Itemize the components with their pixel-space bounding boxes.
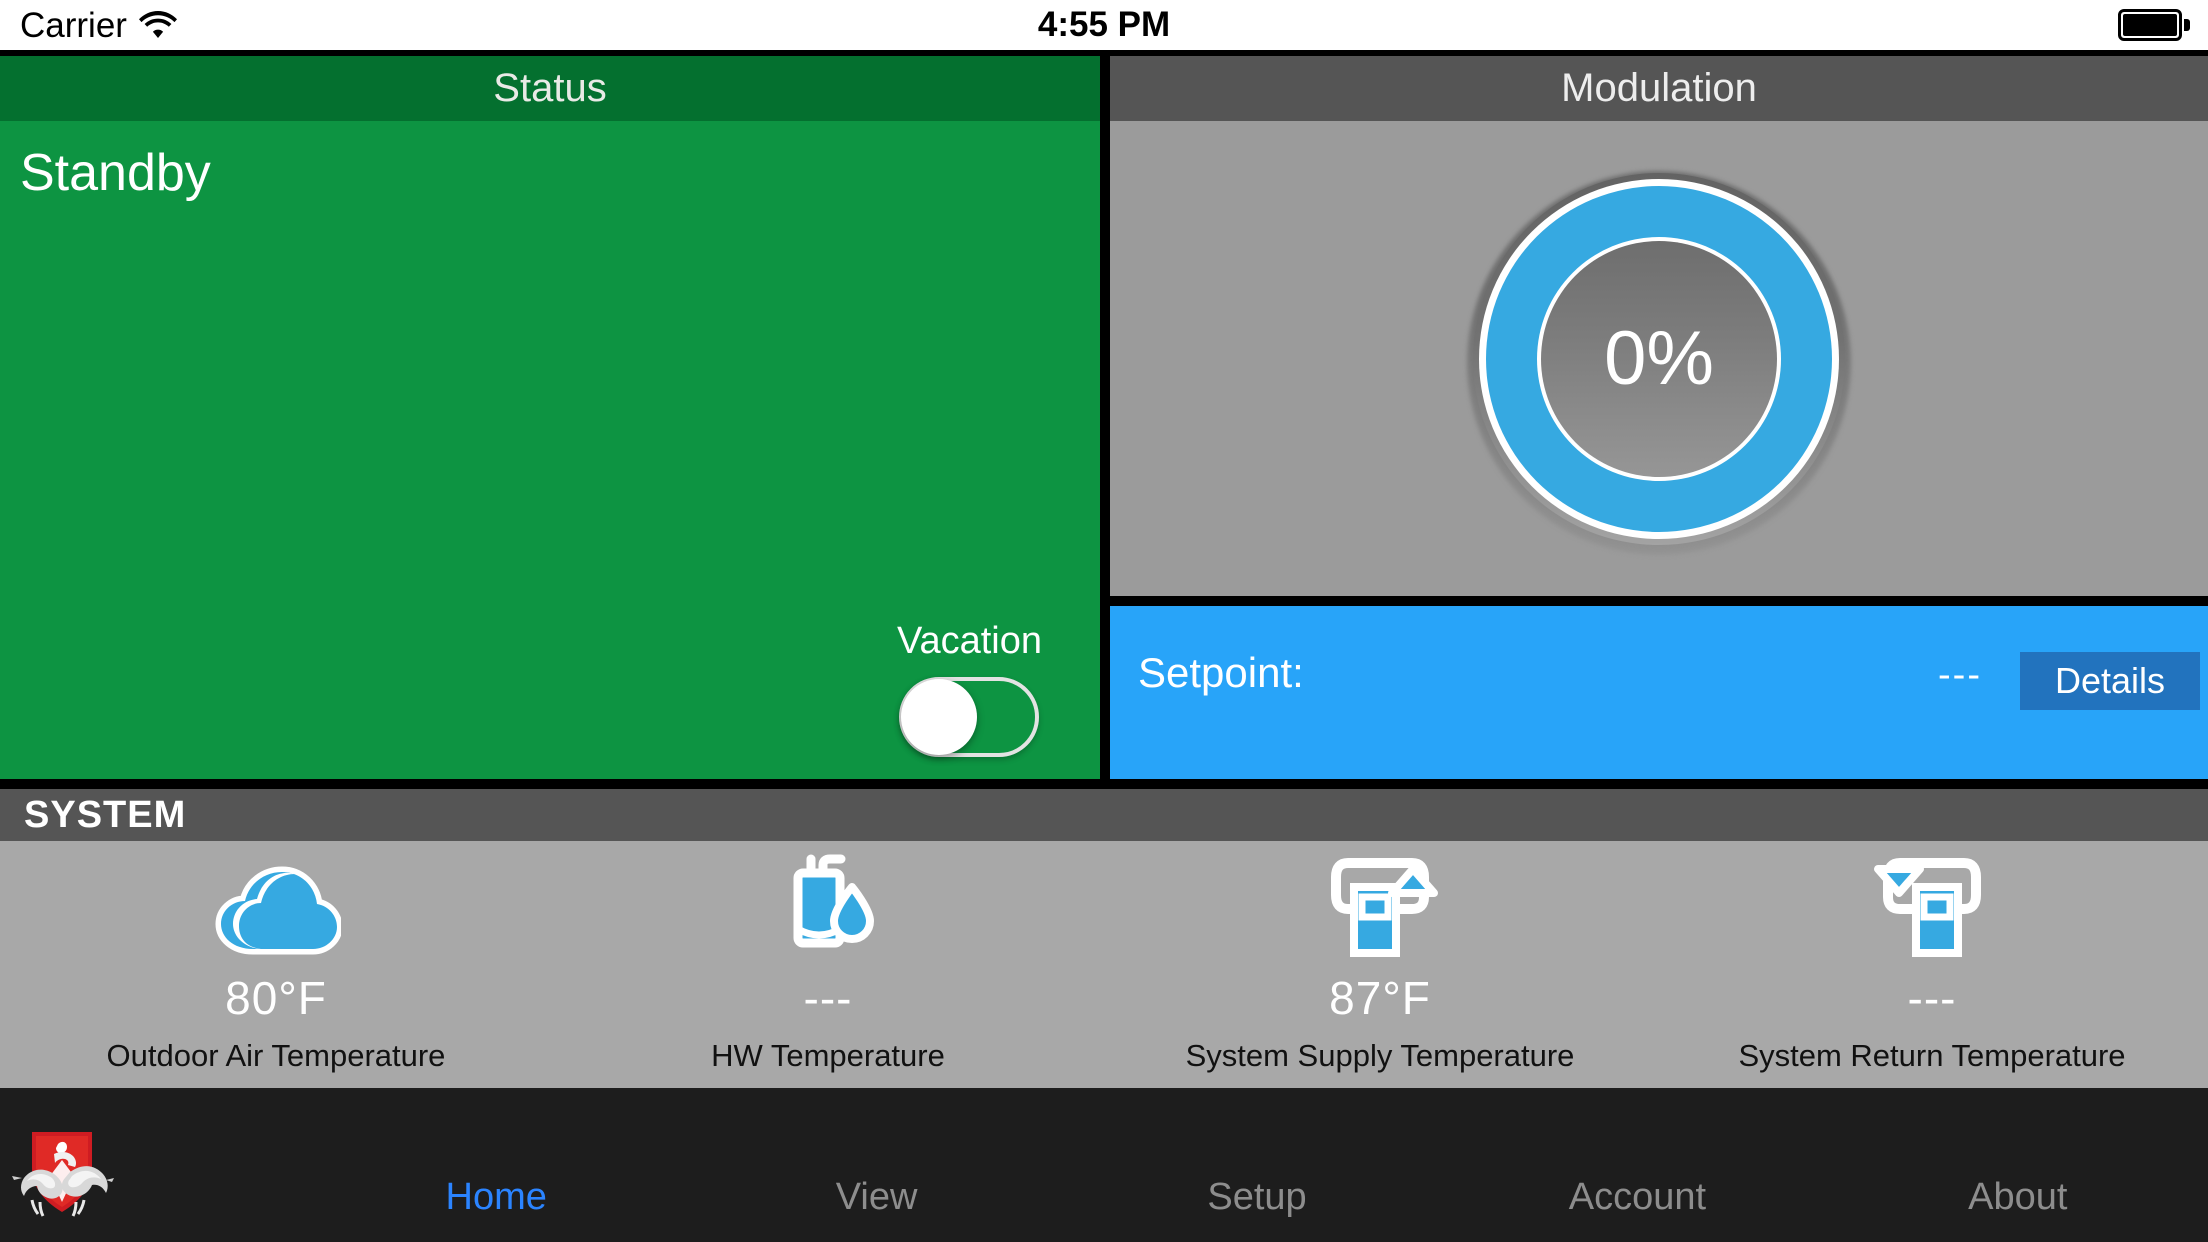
app-root: Carrier 4:55 PM Status Standby Vacation … <box>0 0 2208 1242</box>
battery-icon <box>2118 9 2190 41</box>
tile-caption: System Return Temperature <box>1738 1038 2126 1073</box>
bottom-tab-bar: Home View Setup Account About <box>0 1088 2208 1242</box>
cloud-icon <box>211 853 341 961</box>
setpoint-value: --- <box>1938 654 1982 696</box>
system-tile-outdoor-air[interactable]: 80°F Outdoor Air Temperature <box>0 841 552 1088</box>
tab-view[interactable]: View <box>686 1176 1066 1219</box>
dashboard-top-area: Status Standby Vacation Modulation 0% Se… <box>0 50 2208 785</box>
status-bar-clock: 4:55 PM <box>1037 5 1171 44</box>
system-tile-system-supply[interactable]: 87°F System Supply Temperature <box>1104 841 1656 1088</box>
modulation-panel-header: Modulation <box>1110 56 2208 121</box>
ios-status-bar: Carrier 4:55 PM <box>0 0 2208 50</box>
boiler-return-down-arrow-icon <box>1872 853 1992 961</box>
status-panel-header: Status <box>0 56 1100 121</box>
gauge-core: 0% <box>1541 240 1777 477</box>
water-heater-droplet-icon <box>773 853 883 961</box>
tile-value: --- <box>803 972 853 1024</box>
tile-value: 87°F <box>1329 972 1431 1024</box>
system-section-header: SYSTEM <box>0 789 2208 841</box>
vacation-label: Vacation <box>896 620 1042 662</box>
details-button[interactable]: Details <box>2020 652 2200 710</box>
tile-value: --- <box>1907 972 1957 1024</box>
tab-about[interactable]: About <box>1828 1176 2208 1219</box>
modulation-panel: Modulation 0% <box>1110 56 2208 596</box>
setpoint-bar: Setpoint: --- Details <box>1110 606 2208 779</box>
lochinvar-knight-shield-logo <box>10 1116 114 1220</box>
status-panel: Status Standby Vacation <box>0 56 1100 779</box>
vacation-toggle-knob[interactable] <box>901 679 978 755</box>
modulation-gauge: 0% <box>1467 170 1851 555</box>
status-value-text: Standby <box>20 144 211 202</box>
vacation-control: Vacation <box>897 620 1042 757</box>
tile-value: 80°F <box>225 972 327 1024</box>
tab-account[interactable]: Account <box>1447 1176 1827 1219</box>
tile-caption: System Supply Temperature <box>1185 1038 1575 1073</box>
system-tile-hw-temperature[interactable]: --- HW Temperature <box>552 841 1104 1088</box>
status-bar-right <box>2118 0 2190 50</box>
tab-home[interactable]: Home <box>306 1176 686 1219</box>
system-tile-system-return[interactable]: --- System Return Temperature <box>1656 841 2208 1088</box>
tile-caption: HW Temperature <box>711 1038 945 1073</box>
tab-list: Home View Setup Account About <box>306 1162 2208 1232</box>
setpoint-label: Setpoint: <box>1138 649 1304 696</box>
vacation-toggle[interactable] <box>899 677 1040 757</box>
tab-setup[interactable]: Setup <box>1067 1176 1447 1219</box>
modulation-percent-value: 0% <box>1604 315 1714 401</box>
boiler-supply-up-arrow-icon <box>1320 853 1440 961</box>
modulation-panel-body: 0% <box>1110 121 2208 596</box>
system-tiles-row: 80°F Outdoor Air Temperature --- HW Temp… <box>0 841 2208 1088</box>
status-panel-body: Standby Vacation <box>0 121 1100 779</box>
tile-caption: Outdoor Air Temperature <box>106 1038 446 1073</box>
